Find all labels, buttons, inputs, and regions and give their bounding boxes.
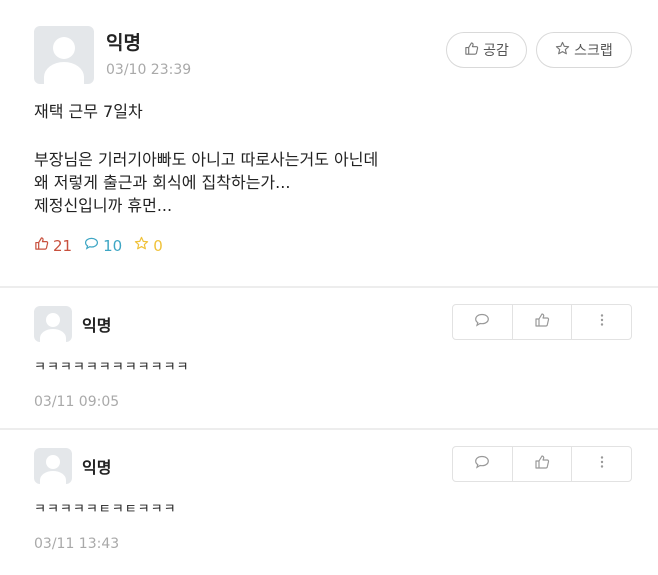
comment-text: ㅋㅋㅋㅋㅋㅌㅋㅌㅋㅋㅋ — [34, 502, 177, 517]
comment-count-stat: 10 — [84, 236, 122, 255]
more-vertical-icon — [594, 454, 610, 474]
speech-bubble-icon — [84, 236, 99, 255]
post-timestamp: 03/10 23:39 — [106, 62, 192, 78]
scrap-button-label: 스크랩 — [574, 43, 613, 59]
more-options-button[interactable] — [571, 447, 631, 481]
post-body: 부장님은 기러기아빠도 아니고 따로사는거도 아닌데 왜 저렇게 출근과 회식에… — [34, 148, 378, 217]
comment-author-name: 익명 — [82, 316, 112, 335]
scrap-count-stat: 0 — [134, 236, 163, 255]
like-count: 21 — [53, 236, 73, 255]
comment-timestamp: 03/11 13:43 — [34, 536, 120, 552]
scrap-button[interactable]: 스크랩 — [536, 32, 632, 68]
post-body-line: 부장님은 기러기아빠도 아니고 따로사는거도 아닌데 — [34, 150, 379, 169]
comment-like-button[interactable] — [511, 305, 572, 339]
thumb-up-icon — [534, 454, 550, 474]
comment-count: 10 — [103, 236, 123, 255]
comment-item: 익명 ㅋㅋㅋㅋㅋㅌㅋㅌㅋㅋㅋ 03/11 13:43 — [0, 430, 658, 570]
post-stats: 21 10 0 — [34, 236, 163, 255]
thumb-up-icon — [34, 236, 49, 255]
comment-timestamp: 03/11 09:05 — [34, 394, 120, 410]
reply-button[interactable] — [453, 305, 512, 339]
more-vertical-icon — [594, 312, 610, 332]
reply-button[interactable] — [453, 447, 512, 481]
post-author-name: 익명 — [106, 32, 141, 54]
speech-bubble-icon — [474, 312, 490, 332]
like-button-label: 공감 — [483, 43, 509, 59]
star-icon — [555, 41, 570, 60]
comment-author-avatar — [34, 448, 72, 484]
like-button[interactable]: 공감 — [446, 32, 527, 68]
post-title: 재택 근무 7일차 — [34, 102, 143, 121]
like-count-stat: 21 — [34, 236, 72, 255]
comment-author-avatar — [34, 306, 72, 342]
comment-text: ㅋㅋㅋㅋㅋㅋㅋㅋㅋㅋㅋㅋ — [34, 360, 190, 375]
scrap-count: 0 — [153, 236, 163, 255]
star-icon — [134, 236, 149, 255]
post-author-avatar — [34, 26, 94, 84]
post-body-line: 왜 저렇게 출근과 회식에 집착하는가... — [34, 173, 291, 192]
comment-action-group — [452, 304, 632, 340]
more-options-button[interactable] — [571, 305, 631, 339]
thumb-up-icon — [534, 312, 550, 332]
thumb-up-icon — [464, 41, 479, 60]
comment-author-name: 익명 — [82, 458, 112, 477]
comment-item: 익명 ㅋㅋㅋㅋㅋㅋㅋㅋㅋㅋㅋㅋ 03/11 09:05 — [0, 288, 658, 428]
comment-action-group — [452, 446, 632, 482]
article-post: 익명 03/10 23:39 공감 스크랩 재택 근무 7일차 부장님은 기러기… — [0, 0, 658, 286]
comment-like-button[interactable] — [511, 447, 572, 481]
speech-bubble-icon — [474, 454, 490, 474]
post-body-line: 제정신입니까 휴먼... — [34, 196, 173, 215]
